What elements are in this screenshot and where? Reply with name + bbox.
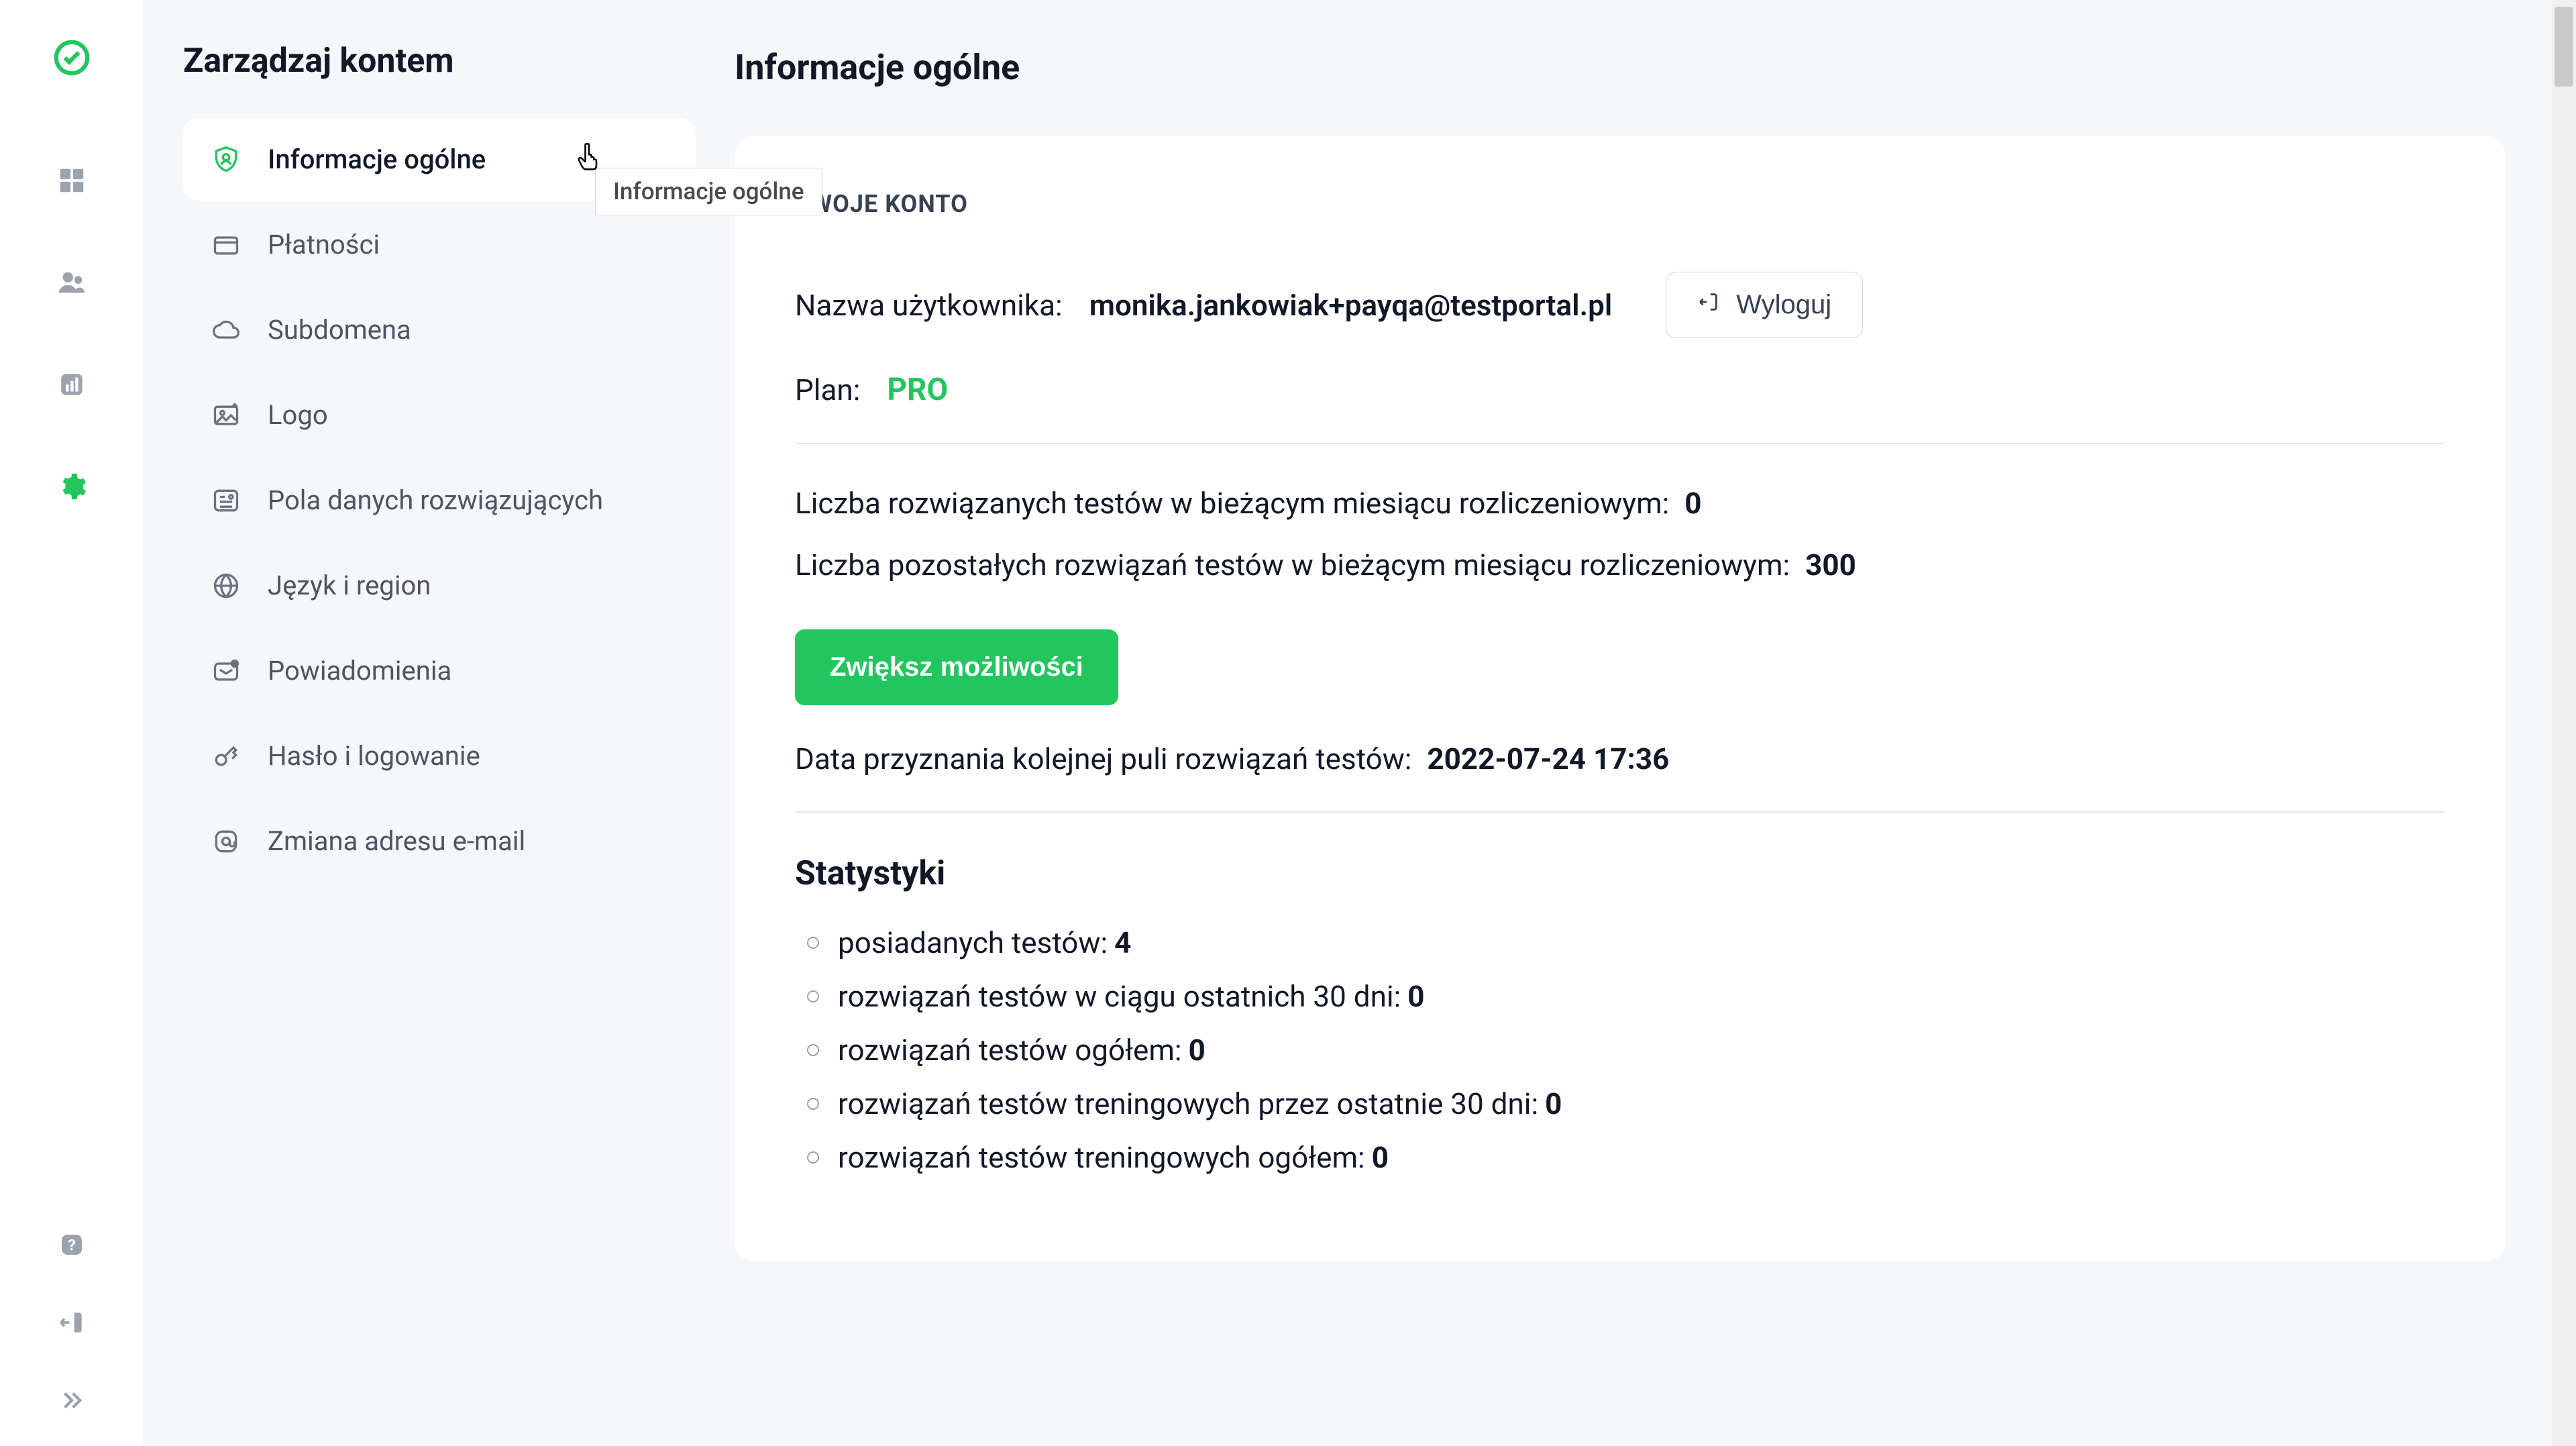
sidebar-item-email[interactable]: Zmiana adresu e-mail xyxy=(183,800,696,882)
nav-exit-icon[interactable] xyxy=(53,1304,91,1341)
logout-icon xyxy=(1697,290,1720,320)
solved-value: 0 xyxy=(1684,486,1701,521)
scrollbar[interactable] xyxy=(2552,0,2576,1446)
plan-row: Plan: PRO xyxy=(795,372,2445,408)
sidebar-item-label: Powiadomienia xyxy=(268,655,451,686)
stats-item: rozwiązań testów w ciągu ostatnich 30 dn… xyxy=(807,979,2445,1014)
plan-value: PRO xyxy=(887,372,948,408)
next-pool-row: Data przyznania kolejnej puli rozwiązań … xyxy=(795,741,2445,776)
sidebar-item-label: Logo xyxy=(268,399,328,431)
form-icon xyxy=(210,486,242,515)
notification-icon xyxy=(210,656,242,686)
username-label: Nazwa użytkownika: xyxy=(795,288,1063,323)
cloud-icon xyxy=(210,315,242,345)
nav-reports-icon[interactable] xyxy=(53,366,91,403)
upgrade-button[interactable]: Zwiększ możliwości xyxy=(795,629,1118,705)
at-icon xyxy=(210,827,242,856)
sidebar-item-notifications[interactable]: Powiadomienia xyxy=(183,629,696,712)
svg-text:?: ? xyxy=(68,1235,76,1254)
sidebar-item-payments[interactable]: Płatności xyxy=(183,203,696,286)
solved-label: Liczba rozwiązanych testów w bieżącym mi… xyxy=(795,486,1669,521)
sidebar-item-label: Płatności xyxy=(268,229,380,260)
logout-button[interactable]: Wyloguj xyxy=(1666,272,1863,338)
plan-label: Plan: xyxy=(795,372,860,407)
stats-item: rozwiązań testów treningowych ogółem: 0 xyxy=(807,1140,2445,1175)
next-pool-value: 2022-07-24 17:36 xyxy=(1427,741,1669,776)
logout-label: Wyloguj xyxy=(1736,290,1831,320)
sidebar-item-label: Subdomena xyxy=(268,314,411,346)
main-content: Informacje ogólne TWOJE KONTO Nazwa użyt… xyxy=(735,0,2576,1446)
stats-heading: Statystyki xyxy=(795,854,2445,893)
sidebar-item-label: Informacje ogólne xyxy=(268,144,486,175)
settings-sidebar: Zarządzaj kontem Informacje ogólne Infor… xyxy=(144,0,735,1446)
nav-users-icon[interactable] xyxy=(53,264,91,301)
sidebar-item-label: Pola danych rozwiązujących xyxy=(268,484,603,516)
globe-icon xyxy=(210,571,242,601)
card-heading: TWOJE KONTO xyxy=(795,190,2445,218)
sidebar-item-subdomain[interactable]: Subdomena xyxy=(183,289,696,371)
tooltip: Informacje ogólne xyxy=(595,168,822,215)
stats-item: rozwiązań testów ogółem: 0 xyxy=(807,1033,2445,1068)
username-value: monika.jankowiak+payqa@testportal.pl xyxy=(1089,288,1613,323)
sidebar-item-label: Język i region xyxy=(268,570,431,601)
stats-item: rozwiązań testów treningowych przez osta… xyxy=(807,1086,2445,1121)
separator xyxy=(795,443,2445,444)
sidebar-item-password[interactable]: Hasło i logowanie xyxy=(183,715,696,797)
stats-item: posiadanych testów: 4 xyxy=(807,925,2445,960)
page-title: Informacje ogólne xyxy=(735,47,2536,88)
next-pool-label: Data przyznania kolejnej puli rozwiązań … xyxy=(795,741,1411,776)
remaining-value: 300 xyxy=(1805,548,1856,582)
remaining-count-row: Liczba pozostałych rozwiązań testów w bi… xyxy=(795,548,2445,582)
key-icon xyxy=(210,741,242,771)
user-shield-icon xyxy=(210,145,242,174)
sidebar-item-label: Hasło i logowanie xyxy=(268,740,480,772)
app-logo-icon[interactable] xyxy=(51,37,93,81)
solved-count-row: Liczba rozwiązanych testów w bieżącym mi… xyxy=(795,486,2445,521)
icon-rail: ? xyxy=(0,0,144,1446)
scrollbar-thumb[interactable] xyxy=(2555,7,2573,87)
sidebar-item-general[interactable]: Informacje ogólne Informacje ogólne xyxy=(183,118,696,201)
account-card: TWOJE KONTO Nazwa użytkownika: monika.ja… xyxy=(735,136,2506,1261)
nav-dashboard-icon[interactable] xyxy=(53,162,91,199)
nav-settings-icon[interactable] xyxy=(53,468,91,505)
stats-list: posiadanych testów: 4 rozwiązań testów w… xyxy=(795,925,2445,1175)
cursor-icon xyxy=(576,142,602,178)
sidebar-item-language[interactable]: Język i region xyxy=(183,544,696,627)
username-row: Nazwa użytkownika: monika.jankowiak+payq… xyxy=(795,272,2445,338)
sidebar-item-logo[interactable]: Logo xyxy=(183,374,696,456)
card-icon xyxy=(210,230,242,260)
image-icon xyxy=(210,401,242,430)
sidebar-item-data-fields[interactable]: Pola danych rozwiązujących xyxy=(183,459,696,541)
sidebar-title: Zarządzaj kontem xyxy=(183,42,696,81)
sidebar-item-label: Zmiana adresu e-mail xyxy=(268,825,525,857)
separator xyxy=(795,811,2445,813)
nav-help-icon[interactable]: ? xyxy=(53,1226,91,1263)
nav-expand-icon[interactable] xyxy=(53,1382,91,1419)
remaining-label: Liczba pozostałych rozwiązań testów w bi… xyxy=(795,548,1790,582)
